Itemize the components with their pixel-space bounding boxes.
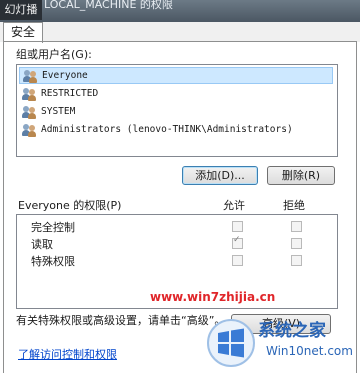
users-icon	[23, 69, 38, 83]
list-item-restricted[interactable]: RESTRICTED	[19, 85, 333, 102]
list-item-system[interactable]: SYSTEM	[19, 103, 333, 120]
watermark-logo: 系统之家 Win10net.com	[206, 316, 358, 370]
slideshow-label[interactable]: 幻灯播放	[0, 0, 42, 36]
list-item-administrators[interactable]: Administrators (lenovo-THINK\Administrat…	[19, 121, 333, 138]
users-list[interactable]: Everyone RESTRICTED SYSTEM Administrator…	[16, 64, 338, 157]
permission-name: 特殊权限	[31, 255, 75, 268]
tab-strip: 安全	[0, 22, 360, 43]
add-button[interactable]: 添加(D)...	[182, 166, 258, 185]
remove-button[interactable]: 删除(R)	[267, 166, 335, 185]
user-name: SYSTEM	[41, 106, 76, 117]
permissions-label: Everyone 的权限(P)	[18, 199, 122, 212]
logo-sub-text: Win10net.com	[264, 344, 355, 358]
permission-name: 完全控制	[31, 221, 75, 234]
deny-checkbox[interactable]	[291, 238, 302, 249]
windows-logo-icon	[207, 319, 255, 367]
user-name: Administrators (lenovo-THINK\Administrat…	[41, 124, 293, 135]
user-name: RESTRICTED	[41, 88, 99, 99]
list-item-everyone[interactable]: Everyone	[19, 67, 333, 84]
deny-checkbox[interactable]	[291, 255, 302, 266]
learn-access-control-link[interactable]: 了解访问控制和权限	[18, 346, 117, 362]
window-title: LOCAL_MACHINE 的权限	[44, 0, 173, 11]
deny-checkbox[interactable]	[291, 221, 302, 232]
advanced-note: 有关特殊权限或高级设置，请单击“高级”。	[16, 314, 226, 327]
allow-checkbox[interactable]	[232, 221, 243, 232]
logo-main-text: 系统之家	[258, 321, 326, 341]
tab-security[interactable]: 安全	[3, 22, 43, 43]
users-icon	[22, 87, 37, 101]
deny-column-header: 拒绝	[283, 199, 305, 212]
title-bar: LOCAL_MACHINE 的权限 幻灯播放	[0, 0, 360, 36]
allow-checkbox[interactable]	[232, 255, 243, 266]
permission-row-read: 读取	[17, 235, 337, 252]
permission-row-full-control: 完全控制	[17, 218, 337, 235]
user-name: Everyone	[42, 70, 88, 81]
users-icon	[22, 123, 37, 137]
allow-checkbox[interactable]	[232, 235, 243, 249]
permission-row-special: 特殊权限	[17, 252, 337, 269]
allow-column-header: 允许	[223, 199, 245, 212]
watermark-site-text: www.win7zhijia.cn	[150, 290, 276, 304]
permission-name: 读取	[31, 238, 53, 251]
users-group-label: 组或用户名(G):	[16, 48, 92, 61]
users-icon	[22, 105, 37, 119]
